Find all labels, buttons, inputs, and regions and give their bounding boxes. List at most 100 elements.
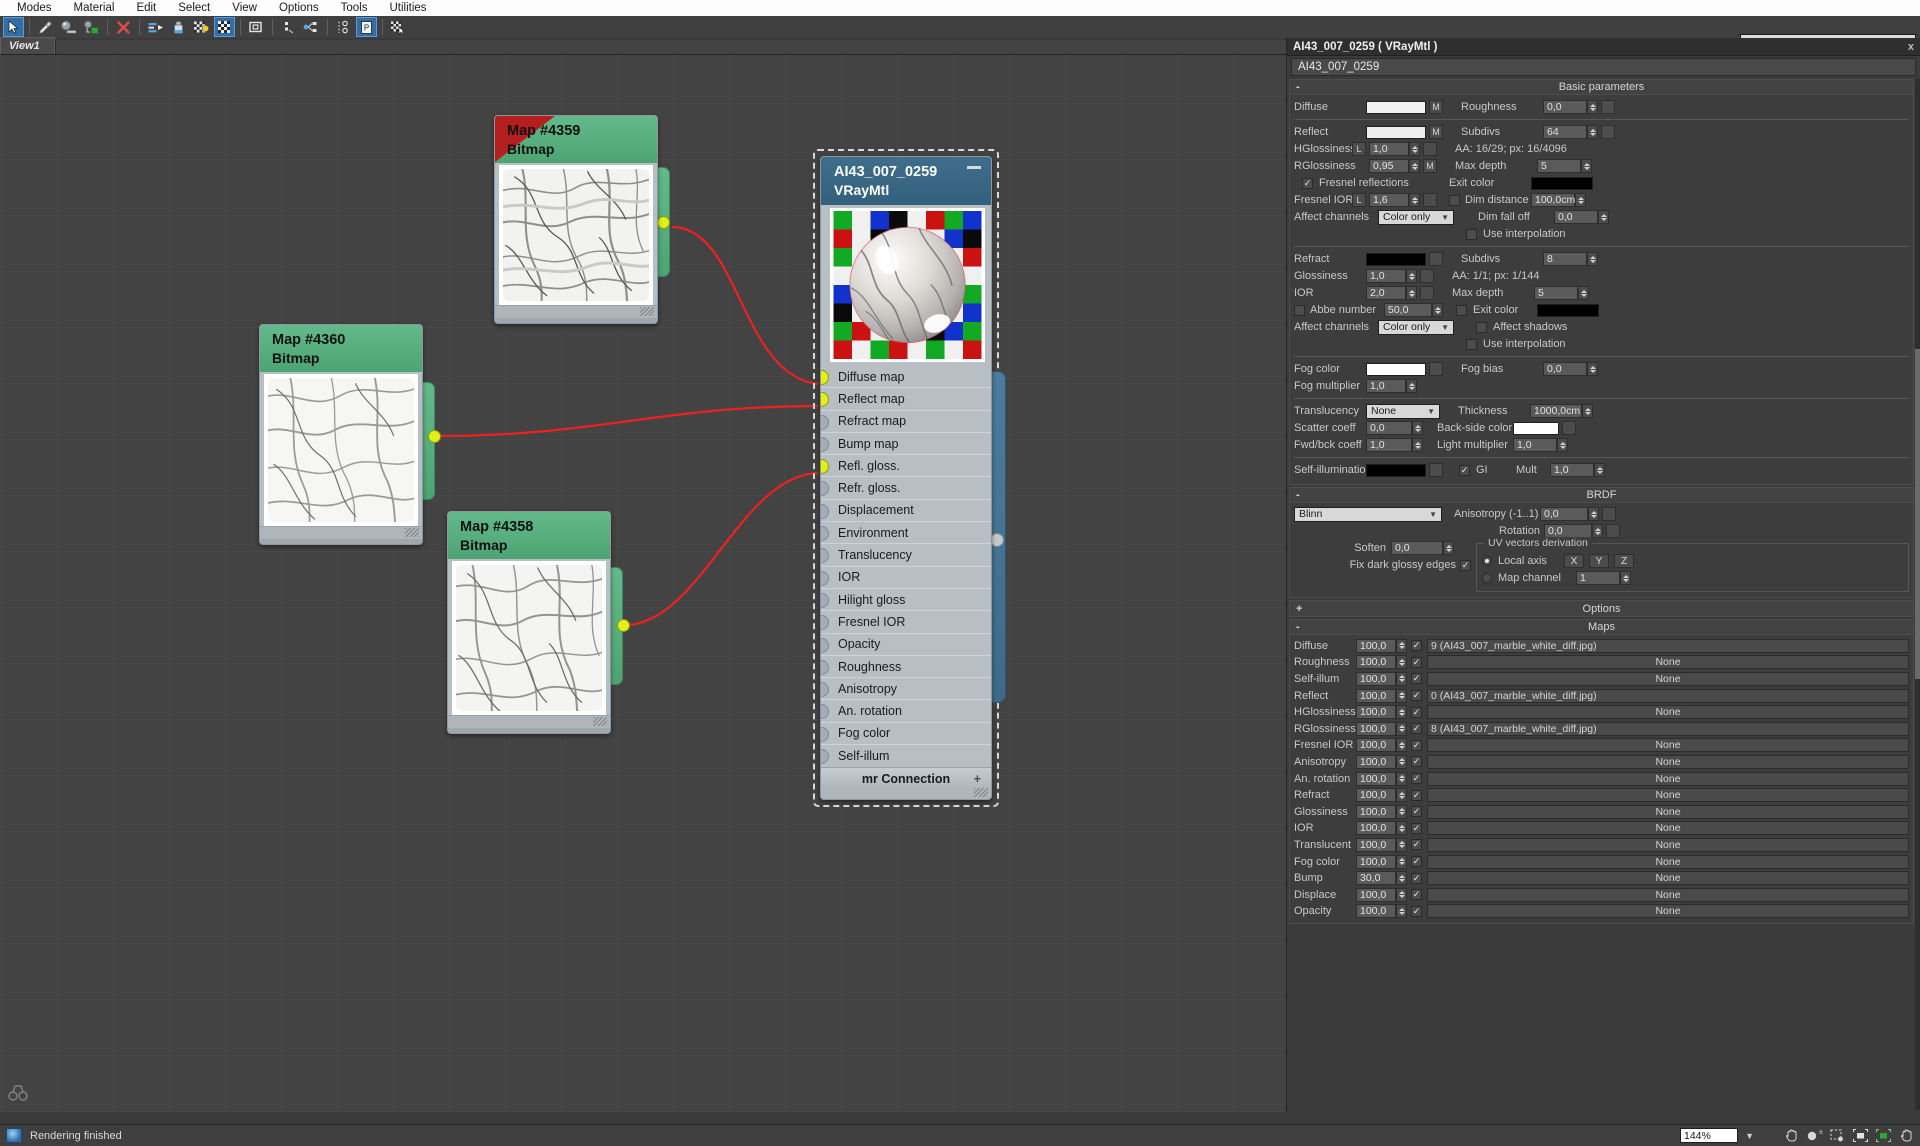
maps-row-amount[interactable]: 100,0 bbox=[1356, 655, 1396, 670]
maps-row-spinner[interactable] bbox=[1396, 738, 1407, 753]
node-side-scroll-thumb[interactable] bbox=[990, 533, 1004, 547]
slot-fresnel-ior[interactable]: Fresnel IOR bbox=[821, 611, 991, 634]
maps-row-checkbox[interactable]: ✓ bbox=[1411, 872, 1422, 884]
thickness-spinner[interactable] bbox=[1582, 404, 1593, 418]
axis-z-button[interactable]: Z bbox=[1614, 554, 1634, 568]
subdivs-map-button[interactable]: M bbox=[1601, 125, 1615, 139]
diffuse-color-swatch[interactable] bbox=[1366, 100, 1426, 114]
maps-row-checkbox[interactable]: ✓ bbox=[1411, 822, 1422, 834]
light-multiplier-spinner[interactable] bbox=[1557, 438, 1568, 452]
maps-row-spinner[interactable] bbox=[1396, 705, 1407, 720]
maps-row-amount[interactable]: 100,0 bbox=[1356, 804, 1396, 819]
material-node-vraymtl[interactable]: AI43_007_0259 VRayMtl Diffuse map Reflec… bbox=[813, 149, 1006, 808]
slot-bump-map[interactable]: Bump map bbox=[821, 432, 991, 456]
slot-socket-icon[interactable] bbox=[821, 749, 829, 765]
slot-fog-color[interactable]: Fog color bbox=[821, 722, 991, 746]
resize-grip-icon[interactable] bbox=[593, 717, 607, 726]
maps-row-map-button[interactable]: None bbox=[1427, 655, 1909, 670]
mr-connection-row[interactable]: mr Connection + bbox=[821, 767, 991, 790]
slot-socket-icon[interactable] bbox=[821, 570, 829, 586]
rollup-maps-header[interactable]: - Maps bbox=[1290, 620, 1913, 635]
zoom-extents-icon[interactable] bbox=[1850, 1126, 1870, 1144]
maxdepth-field[interactable]: 5 bbox=[1537, 159, 1581, 173]
slot-socket-icon[interactable] bbox=[821, 637, 829, 653]
self-illumination-swatch[interactable] bbox=[1366, 463, 1426, 477]
maps-row-map-button[interactable]: 9 (AI43_007_marble_white_diff.jpg) bbox=[1427, 638, 1909, 653]
scatter-coeff-field[interactable]: 0,0 bbox=[1366, 421, 1412, 435]
bitmap-node-header[interactable]: Map #4358 Bitmap bbox=[448, 512, 610, 559]
node-output-socket[interactable] bbox=[428, 430, 441, 443]
menu-item-utilities[interactable]: Utilities bbox=[378, 0, 437, 16]
translucency-dropdown[interactable]: None ▼ bbox=[1366, 403, 1440, 419]
anisotropy-spinner[interactable] bbox=[1588, 507, 1599, 521]
resize-grip-icon[interactable] bbox=[974, 788, 988, 798]
menu-item-modes[interactable]: Modes bbox=[6, 0, 63, 16]
refract-maxdepth-spinner[interactable] bbox=[1578, 286, 1589, 300]
maps-row-map-button[interactable]: None bbox=[1427, 871, 1909, 886]
dim-distance-checkbox[interactable] bbox=[1449, 194, 1460, 206]
soften-field[interactable]: 0,0 bbox=[1391, 541, 1443, 555]
slot-refract-map[interactable]: Refract map bbox=[821, 410, 991, 433]
maps-row-spinner[interactable] bbox=[1396, 771, 1407, 786]
bitmap-node-header[interactable]: Map #4359 Bitmap bbox=[495, 116, 657, 163]
slot-environment[interactable]: Environment bbox=[821, 522, 991, 545]
menu-item-view[interactable]: View bbox=[221, 0, 268, 16]
dots-layout-icon[interactable] bbox=[278, 17, 299, 37]
maps-row-checkbox[interactable]: ✓ bbox=[1411, 905, 1422, 917]
abbe-number-spinner[interactable] bbox=[1432, 303, 1443, 317]
checker-cursor-icon[interactable] bbox=[388, 17, 409, 37]
slot-anisotropy[interactable]: Anisotropy bbox=[821, 678, 991, 701]
local-axis-radio[interactable] bbox=[1482, 556, 1492, 566]
affect-shadows-checkbox[interactable] bbox=[1476, 321, 1487, 333]
slot-socket-icon[interactable] bbox=[821, 392, 829, 408]
mult-field[interactable]: 1,0 bbox=[1550, 463, 1594, 477]
maps-row-checkbox[interactable]: ✓ bbox=[1411, 806, 1422, 818]
slot-socket-icon[interactable] bbox=[821, 704, 829, 720]
zoom-extents-selected-icon[interactable] bbox=[1873, 1126, 1893, 1144]
maps-row-amount[interactable]: 100,0 bbox=[1356, 671, 1396, 686]
rollup-basic-header[interactable]: - Basic parameters bbox=[1290, 80, 1913, 95]
fix-dark-glossy-edges-checkbox[interactable]: ✓ bbox=[1460, 559, 1471, 571]
checker-icon[interactable] bbox=[214, 17, 235, 37]
maps-row-checkbox[interactable]: ✓ bbox=[1411, 690, 1422, 702]
diffuse-map-button[interactable]: M bbox=[1429, 100, 1443, 114]
rollup-options-header[interactable]: + Options bbox=[1290, 601, 1913, 616]
brdf-type-dropdown[interactable]: Blinn ▼ bbox=[1294, 506, 1442, 522]
hglossiness-map-button[interactable]: M bbox=[1423, 142, 1437, 156]
maps-row-amount[interactable]: 100,0 bbox=[1356, 771, 1396, 786]
sphere-assign-icon[interactable] bbox=[58, 17, 79, 37]
slot-displacement[interactable]: Displacement bbox=[821, 499, 991, 523]
collapse-icon[interactable]: - bbox=[1296, 621, 1300, 633]
slot-translucency[interactable]: Translucency bbox=[821, 544, 991, 567]
zoom-region-icon[interactable] bbox=[1827, 1126, 1847, 1144]
fresnel-ior-map-button[interactable]: M bbox=[1423, 193, 1437, 207]
anisotropy-field[interactable]: 0,0 bbox=[1540, 507, 1588, 521]
exit-color-swatch[interactable] bbox=[1531, 176, 1593, 190]
refract-use-interpolation-checkbox[interactable] bbox=[1466, 338, 1477, 350]
maps-row-map-button[interactable]: None bbox=[1427, 738, 1909, 753]
dim-distance-field[interactable]: 100,0cm bbox=[1531, 193, 1575, 207]
maps-row-checkbox[interactable]: ✓ bbox=[1411, 889, 1422, 901]
refract-glossiness-spinner[interactable] bbox=[1406, 269, 1417, 283]
back-side-color-swatch[interactable] bbox=[1513, 421, 1559, 435]
maps-row-spinner[interactable] bbox=[1396, 837, 1407, 852]
reflect-map-button[interactable]: M bbox=[1429, 125, 1443, 139]
menu-item-select[interactable]: Select bbox=[167, 0, 221, 16]
zoom-icon[interactable]: ± bbox=[1804, 1126, 1824, 1144]
maps-row-amount[interactable]: 30,0 bbox=[1356, 871, 1396, 886]
close-icon[interactable]: x bbox=[1908, 41, 1914, 53]
roughness-spinner[interactable] bbox=[1587, 100, 1598, 114]
reflect-use-interpolation-checkbox[interactable] bbox=[1466, 228, 1477, 240]
maps-row-map-button[interactable]: None bbox=[1427, 854, 1909, 869]
maxdepth-spinner[interactable] bbox=[1581, 159, 1592, 173]
refract-exit-color-swatch[interactable] bbox=[1537, 303, 1599, 317]
rollup-brdf-header[interactable]: - BRDF bbox=[1290, 488, 1913, 503]
refract-ior-field[interactable]: 2,0 bbox=[1366, 286, 1406, 300]
maps-row-checkbox[interactable]: ✓ bbox=[1411, 789, 1422, 801]
maps-row-checkbox[interactable]: ✓ bbox=[1411, 756, 1422, 768]
maps-row-amount[interactable]: 100,0 bbox=[1356, 754, 1396, 769]
rglossiness-field[interactable]: 0,95 bbox=[1369, 159, 1409, 173]
binoculars-icon[interactable] bbox=[8, 1084, 28, 1102]
maps-row-spinner[interactable] bbox=[1396, 887, 1407, 902]
maps-row-amount[interactable]: 100,0 bbox=[1356, 904, 1396, 919]
